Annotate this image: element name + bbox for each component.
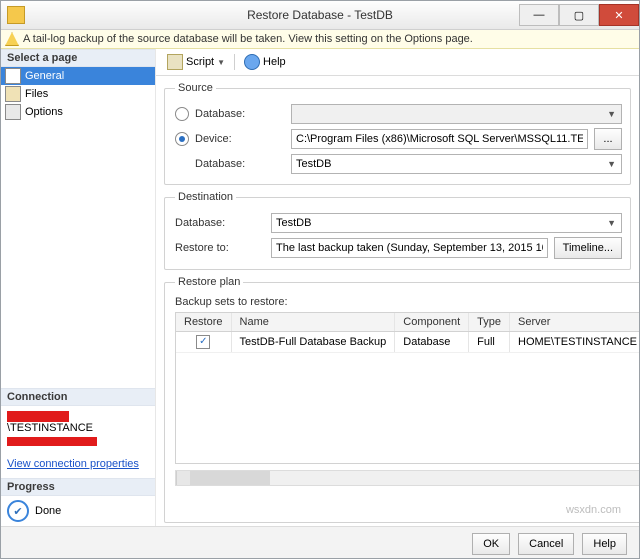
source-database-label: Database: (195, 108, 285, 120)
horizontal-scrollbar[interactable] (175, 470, 639, 486)
plan-subhead: Backup sets to restore: (175, 296, 639, 308)
dest-db-label: Database: (175, 217, 265, 229)
done-icon: ✔ (7, 500, 29, 522)
redacted-server-icon (7, 411, 69, 422)
timeline-button[interactable]: Timeline... (554, 237, 622, 259)
minimize-button[interactable]: — (519, 4, 559, 26)
page-icon (5, 86, 21, 102)
col-type[interactable]: Type (469, 313, 510, 332)
sidebar-item-options[interactable]: Options (1, 103, 155, 121)
restore-to-label: Restore to: (175, 242, 265, 254)
col-component[interactable]: Component (395, 313, 469, 332)
sidebar: Select a page General Files Options Conn… (1, 49, 156, 526)
warning-bar: A tail-log backup of the source database… (1, 30, 639, 49)
progress-row: ✔ Done (1, 496, 155, 526)
destination-legend: Destination (175, 191, 236, 203)
source-device-radio[interactable] (175, 132, 189, 146)
cell-component: Database (395, 332, 469, 353)
help-icon (244, 54, 260, 70)
app-icon (7, 6, 25, 24)
plan-legend: Restore plan (175, 276, 243, 288)
window-title: Restore Database - TestDB (247, 8, 393, 22)
col-server[interactable]: Server (510, 313, 640, 332)
sidebar-item-general[interactable]: General (1, 67, 155, 85)
source-database-select (291, 104, 622, 124)
cell-type: Full (469, 332, 510, 353)
source-database-radio[interactable] (175, 107, 189, 121)
connection-info: \TESTINSTANCE (1, 406, 155, 450)
browse-device-button[interactable]: ... (594, 128, 622, 150)
maximize-button[interactable]: ▢ (559, 4, 599, 26)
restore-to-input[interactable] (271, 238, 548, 258)
help-label: Help (263, 56, 286, 68)
col-name[interactable]: Name (231, 313, 395, 332)
help-button[interactable]: Help (239, 51, 291, 73)
warning-icon (5, 32, 19, 46)
sidebar-item-label: Files (25, 88, 48, 100)
source-legend: Source (175, 82, 216, 94)
view-connection-link[interactable]: View connection properties (7, 458, 139, 470)
dest-db-select[interactable] (271, 213, 622, 233)
warning-text: A tail-log backup of the source database… (23, 33, 473, 45)
page-icon (5, 104, 21, 120)
source-db-select[interactable] (291, 154, 622, 174)
source-db2-label: Database: (195, 158, 285, 170)
toolbar-separator (234, 54, 235, 70)
title-bar: Restore Database - TestDB — ▢ ✕ (1, 1, 639, 30)
watermark: wsxdn.com (566, 504, 621, 516)
source-device-label: Device: (195, 133, 285, 145)
close-button[interactable]: ✕ (599, 4, 639, 26)
script-button[interactable]: Script ▼ (162, 51, 230, 73)
connection-server: \TESTINSTANCE (7, 422, 93, 434)
sidebar-item-label: General (25, 70, 64, 82)
sidebar-progress-title: Progress (1, 478, 155, 496)
sidebar-item-files[interactable]: Files (1, 85, 155, 103)
sidebar-connection-title: Connection (1, 388, 155, 406)
sidebar-select-title: Select a page (1, 49, 155, 67)
redacted-line (7, 437, 97, 446)
backup-sets-table: Restore Name Component Type Server Datab… (176, 313, 639, 353)
destination-group: Destination Database: ▼ Restore to: Time… (164, 191, 631, 270)
ok-button[interactable]: OK (472, 533, 510, 555)
script-icon (167, 54, 183, 70)
help-footer-button[interactable]: Help (582, 533, 627, 555)
page-icon (5, 68, 21, 84)
toolbar: Script ▼ Help (156, 49, 639, 76)
restore-plan-group: Restore plan Backup sets to restore: Res… (164, 276, 639, 523)
progress-status: Done (35, 505, 61, 517)
cancel-button[interactable]: Cancel (518, 533, 574, 555)
table-row[interactable]: TestDB-Full Database Backup Database Ful… (176, 332, 639, 353)
script-label: Script (186, 56, 214, 68)
restore-checkbox[interactable] (196, 335, 210, 349)
sidebar-item-label: Options (25, 106, 63, 118)
col-restore[interactable]: Restore (176, 313, 231, 332)
content-area: Source Database: ▼ Device: ... (156, 76, 639, 526)
cell-server: HOME\TESTINSTANCE (510, 332, 640, 353)
chevron-down-icon: ▼ (217, 58, 225, 67)
cell-name: TestDB-Full Database Backup (231, 332, 395, 353)
dialog-footer: OK Cancel Help (1, 526, 639, 559)
source-group: Source Database: ▼ Device: ... (164, 82, 631, 185)
backup-sets-table-wrap[interactable]: Restore Name Component Type Server Datab… (175, 312, 639, 464)
device-path-input[interactable] (291, 129, 588, 149)
